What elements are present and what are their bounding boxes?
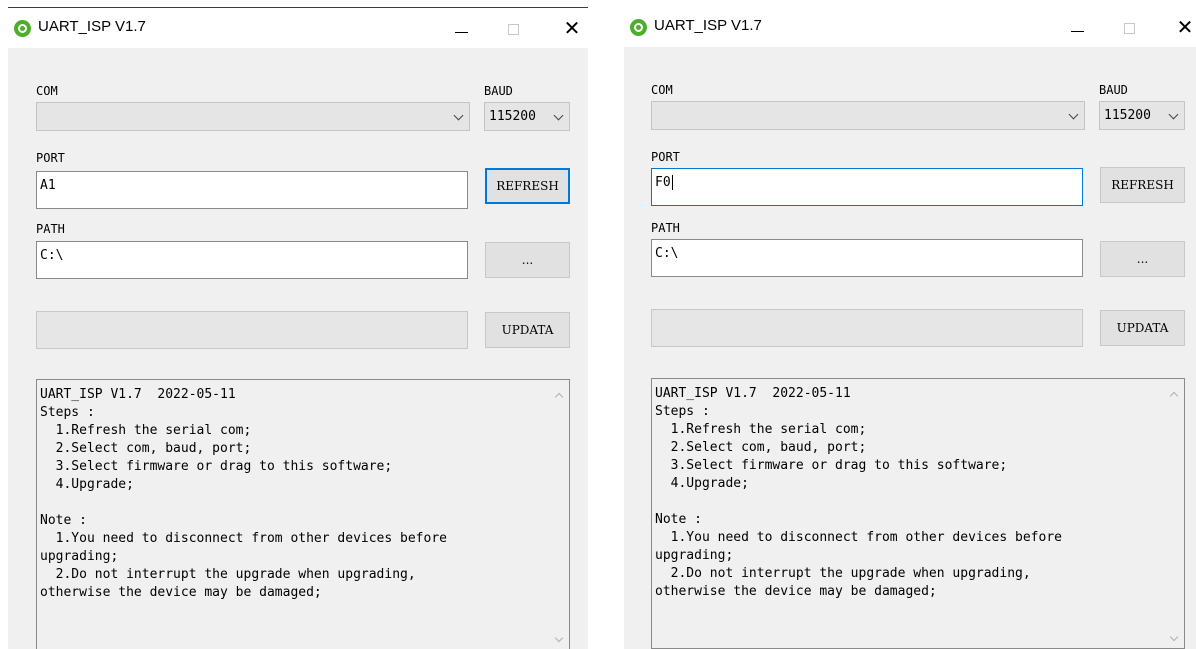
com-label: COM [36, 84, 58, 98]
port-input[interactable]: A1 [36, 171, 468, 209]
close-button[interactable]: ✕ [1162, 11, 1196, 43]
chevron-down-icon [553, 110, 564, 121]
com-label: COM [651, 83, 673, 97]
com-select[interactable] [36, 102, 470, 131]
app-icon [630, 19, 647, 36]
log-textarea[interactable]: UART_ISP V1.7 2022-05-11 Steps : 1.Refre… [651, 378, 1185, 649]
path-input[interactable]: C:\ [36, 241, 468, 279]
baud-label: BAUD [1099, 83, 1128, 97]
minimize-button[interactable] [1054, 11, 1100, 43]
path-input[interactable]: C:\ [651, 239, 1083, 277]
title-bar[interactable]: UART_ISP V1.7 ✕ [8, 8, 588, 48]
close-button[interactable]: ✕ [549, 12, 588, 44]
update-button[interactable]: UPDATA [1100, 310, 1185, 346]
baud-select-value: 115200 [1104, 108, 1151, 123]
log-textarea[interactable]: UART_ISP V1.7 2022-05-11 Steps : 1.Refre… [36, 379, 570, 649]
port-input-text: F0 [655, 175, 671, 190]
baud-select[interactable]: 115200 [1099, 101, 1185, 130]
scroll-up-icon[interactable] [1169, 391, 1179, 401]
path-input-value: C:\ [655, 246, 679, 261]
chevron-down-icon [1168, 109, 1179, 120]
baud-label: BAUD [484, 84, 513, 98]
text-caret [671, 175, 673, 190]
port-label: PORT [36, 151, 65, 165]
title-bar[interactable]: UART_ISP V1.7 ✕ [624, 7, 1196, 47]
minimize-button[interactable] [438, 12, 484, 44]
baud-select-value: 115200 [489, 109, 536, 124]
isp-window-left: UART_ISP V1.7 ✕ COM BAUD 115200 PORT A1 … [8, 7, 588, 649]
maximize-button[interactable] [490, 12, 536, 44]
port-input-value: F0 [655, 175, 673, 190]
upgrade-progress-bar [651, 309, 1083, 347]
window-title: UART_ISP V1.7 [38, 18, 146, 35]
refresh-button[interactable]: REFRESH [1100, 167, 1185, 203]
update-button[interactable]: UPDATA [485, 312, 570, 348]
log-text: UART_ISP V1.7 2022-05-11 Steps : 1.Refre… [655, 386, 1062, 599]
log-text: UART_ISP V1.7 2022-05-11 Steps : 1.Refre… [40, 387, 447, 600]
path-label: PATH [651, 221, 680, 235]
upgrade-progress-bar [36, 311, 468, 349]
port-label: PORT [651, 150, 680, 164]
scroll-up-icon[interactable] [554, 392, 564, 402]
com-select[interactable] [651, 101, 1085, 130]
chevron-down-icon [453, 110, 464, 121]
app-icon [14, 20, 31, 37]
port-input[interactable]: F0 [651, 168, 1083, 206]
screenshot-stage: UART_ISP V1.7 ✕ COM BAUD 115200 PORT A1 … [0, 0, 1196, 649]
browse-button[interactable]: ... [485, 242, 570, 278]
chevron-down-icon [1068, 109, 1079, 120]
scroll-down-icon[interactable] [554, 633, 564, 643]
scroll-down-icon[interactable] [1169, 632, 1179, 642]
maximize-button[interactable] [1106, 11, 1152, 43]
browse-button[interactable]: ... [1100, 241, 1185, 277]
baud-select[interactable]: 115200 [484, 102, 570, 131]
window-title: UART_ISP V1.7 [654, 17, 762, 34]
port-input-value: A1 [40, 178, 56, 193]
refresh-button[interactable]: REFRESH [485, 168, 570, 204]
path-input-value: C:\ [40, 248, 64, 263]
isp-window-right: UART_ISP V1.7 ✕ COM BAUD 115200 PORT F0 … [624, 7, 1196, 649]
path-label: PATH [36, 222, 65, 236]
